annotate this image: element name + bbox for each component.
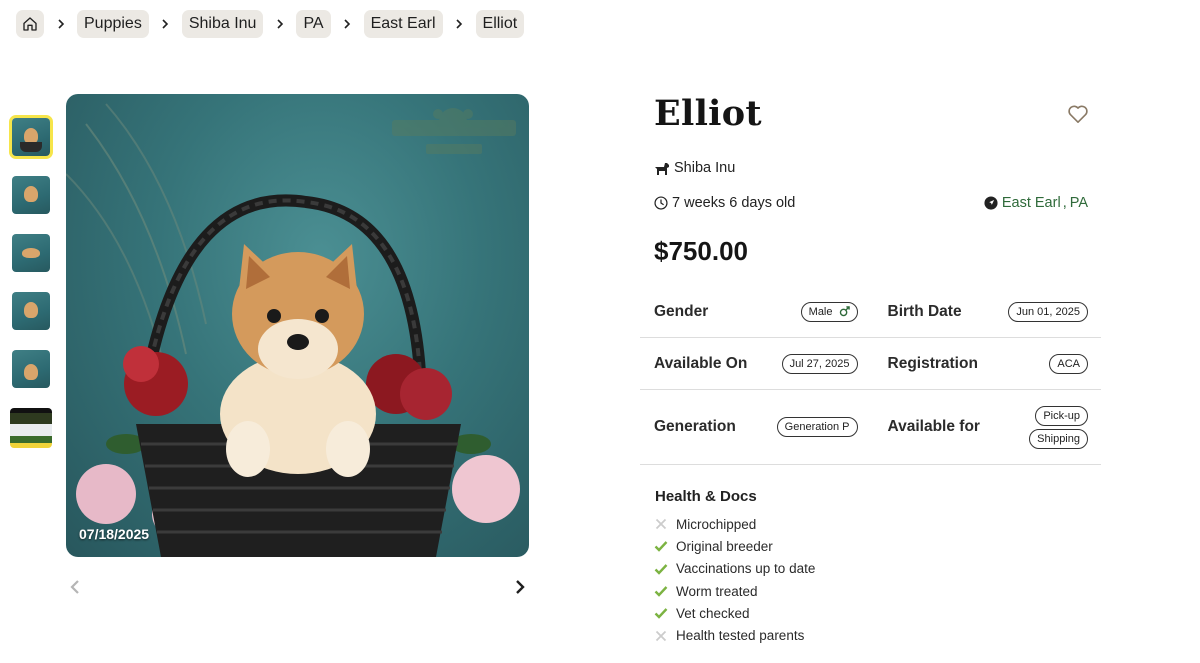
chevron-right-icon [263,18,296,30]
health-item-label: Original breeder [676,538,773,554]
check-icon [654,539,668,553]
health-item-vet-checked: Vet checked [654,602,815,624]
birth-date-label: Birth Date [887,302,962,320]
health-docs-list: Microchipped Original breeder Vaccinatio… [654,513,815,647]
chevron-left-icon [70,580,79,594]
age-text: 7 weeks 6 days old [672,195,796,211]
home-icon [23,17,37,31]
thumbnail-1[interactable] [9,115,53,159]
breadcrumb-state[interactable]: PA [296,10,331,38]
registration-label: Registration [887,354,978,372]
registration-cell: Registration ACA [871,353,1102,374]
heart-icon [1068,105,1088,123]
thumbnail-list [9,115,53,468]
registration-badge: ACA [1049,353,1088,374]
chevron-right-icon [149,18,182,30]
health-docs-title: Health & Docs [655,488,757,505]
available-on-cell: Available On Jul 27, 2025 [640,353,871,374]
location-separator: , [1062,195,1067,211]
available-for-label: Available for [887,418,980,435]
location-link[interactable]: East Earl , PA [984,195,1088,211]
navigation-icon [984,196,998,210]
gender-label: Gender [654,302,709,320]
breadcrumb-puppy-name[interactable]: Elliot [475,10,525,38]
attributes-grid: Gender Male Birth Date Jun 01, 2025 Avai… [640,286,1101,465]
breadcrumb-city[interactable]: East Earl [363,10,443,38]
chevron-right-icon [516,580,525,594]
gender-value: Male [808,305,833,318]
health-item-microchipped: Microchipped [654,513,815,535]
cross-icon [654,629,668,643]
breadcrumb-breed[interactable]: Shiba Inu [181,10,264,38]
check-icon [654,562,668,576]
prev-photo-button[interactable] [65,576,85,598]
thumbnail-5[interactable] [12,350,50,388]
photo-date-label: 07/18/2025 [79,526,150,542]
health-item-label: Microchipped [676,516,757,532]
breed-text: Shiba Inu [674,160,736,176]
check-icon [654,606,668,620]
dog-icon [655,162,669,175]
available-for-pickup: Pick-up [1035,405,1088,426]
chevron-right-icon [44,18,77,30]
attr-row-3: Generation Generation P Available for Pi… [640,390,1101,465]
location-state: PA [1069,195,1088,211]
thumbnail-2[interactable] [12,176,50,214]
health-item-health-tested-parents: Health tested parents [654,624,815,646]
main-puppy-photo[interactable]: 07/18/2025 [66,94,529,557]
puppy-photo-illustration [66,103,520,557]
health-item-label: Worm treated [676,583,758,599]
breadcrumb: Puppies Shiba Inu PA East Earl Elliot [16,10,525,38]
breadcrumb-puppies[interactable]: Puppies [77,10,149,38]
attr-row-1: Gender Male Birth Date Jun 01, 2025 [640,286,1101,338]
chevron-right-icon [443,18,476,30]
health-item-label: Vaccinations up to date [676,561,816,577]
clock-icon [654,196,668,210]
location-city: East Earl [1001,195,1061,211]
generation-badge: Generation P [776,417,858,437]
breed-row: Shiba Inu [654,160,735,176]
health-item-worm-treated: Worm treated [654,580,815,602]
check-icon [654,584,668,598]
birth-date-cell: Birth Date Jun 01, 2025 [871,301,1102,322]
health-item-label: Vet checked [676,605,750,621]
favorite-button[interactable] [1067,104,1089,124]
breadcrumb-home[interactable] [16,10,44,38]
age-row: 7 weeks 6 days old [654,195,795,211]
thumbnail-4[interactable] [12,292,50,330]
attr-row-2: Available On Jul 27, 2025 Registration A… [640,338,1101,390]
chevron-right-icon [331,18,364,30]
gender-badge: Male [800,301,858,322]
available-on-label: Available On [654,354,748,372]
generation-label: Generation [654,418,736,435]
health-item-original-breeder: Original breeder [654,535,815,557]
available-for-badges: Pick-up Shipping [1029,405,1088,449]
available-for-shipping: Shipping [1029,428,1088,449]
health-item-vaccinations: Vaccinations up to date [654,558,815,580]
puppy-name-title: Elliot [654,93,762,134]
available-for-cell: Available for Pick-up Shipping [871,405,1102,449]
next-photo-button[interactable] [510,576,530,598]
price: $750.00 [654,236,748,266]
male-icon [839,306,850,317]
available-on-badge: Jul 27, 2025 [781,353,858,374]
thumbnail-video[interactable] [10,408,52,448]
thumbnail-3[interactable] [12,234,50,272]
gender-cell: Gender Male [640,301,871,322]
birth-date-badge: Jun 01, 2025 [1008,301,1088,322]
cross-icon [654,517,668,531]
health-item-label: Health tested parents [676,628,805,644]
generation-cell: Generation Generation P [640,417,871,437]
